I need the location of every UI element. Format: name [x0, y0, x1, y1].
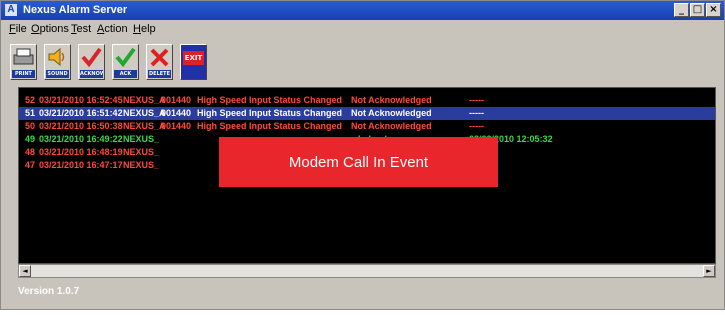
menu-options[interactable]: Options [31, 23, 69, 35]
event-datetime: 03/21/2010 16:52:45 [39, 95, 123, 105]
event-source: NEXUS_A [123, 121, 166, 131]
event-source: NEXUS_ [123, 160, 160, 170]
delete-button[interactable]: DELETE [146, 44, 173, 80]
event-message: High Speed Input Status Changed [197, 108, 343, 118]
event-status: Not Acknowledged [351, 95, 432, 105]
scroll-right-arrow[interactable]: ► [703, 265, 715, 277]
acknowledge-all-label: ACK ALL [114, 70, 137, 78]
event-ack-time: ----- [469, 121, 484, 131]
red-check-icon [81, 47, 102, 68]
close-button[interactable]: × [706, 3, 721, 17]
event-source: NEXUS_A [123, 95, 166, 105]
app-icon: A [5, 4, 17, 16]
acknowledge-button[interactable]: ACKNOW [78, 44, 105, 80]
event-id: 51 [25, 108, 36, 118]
sound-button[interactable]: SOUND [44, 44, 71, 80]
acknowledge-label: ACKNOW [80, 70, 103, 78]
event-source: NEXUS_A [123, 108, 166, 118]
event-id: 50 [25, 121, 36, 131]
window-title: Nexus Alarm Server [23, 4, 128, 16]
menu-bar: File Options Test Action Help [1, 21, 724, 37]
green-check-icon [115, 47, 136, 68]
event-id: 47 [25, 160, 36, 170]
event-id: 49 [25, 134, 36, 144]
event-datetime: 03/21/2010 16:48:19 [39, 147, 123, 157]
minimize-button[interactable]: _ [674, 3, 689, 17]
menu-action[interactable]: Action [97, 23, 128, 35]
event-status: Not Acknowledged [351, 121, 432, 131]
toolbar: PRINT SOUND ACKNOW ACK ALL [1, 41, 724, 81]
maximize-button[interactable]: □ [690, 3, 705, 17]
event-code: 001440 [161, 95, 192, 105]
red-x-icon [150, 48, 169, 67]
menu-file[interactable]: File [9, 23, 27, 35]
horizontal-scrollbar[interactable]: ◄ ► [18, 264, 716, 278]
acknowledge-all-button[interactable]: ACK ALL [112, 44, 139, 80]
event-code: 001440 [161, 121, 192, 131]
event-datetime: 03/21/2010 16:49:22 [39, 134, 123, 144]
event-message: High Speed Input Status Changed [197, 121, 343, 131]
print-label: PRINT [12, 70, 35, 78]
event-ack-time: ----- [469, 95, 484, 105]
event-ack-time: ----- [469, 108, 484, 118]
print-button[interactable]: PRINT [10, 44, 37, 80]
title-bar[interactable]: A Nexus Alarm Server _ □ × [1, 1, 724, 20]
event-datetime: 03/21/2010 16:50:38 [39, 121, 123, 131]
event-row[interactable]: 52 03/21/2010 16:52:45 NEXUS_A 001440 High S… [19, 94, 715, 107]
exit-button[interactable]: EXIT [180, 44, 207, 80]
event-source: NEXUS_ [123, 134, 160, 144]
event-id: 52 [25, 95, 36, 105]
event-source: NEXUS_ [123, 147, 160, 157]
menu-test[interactable]: Test [71, 23, 91, 35]
event-message: High Speed Input Status Changed [197, 95, 343, 105]
speaker-icon [48, 47, 65, 67]
delete-label: DELETE [148, 70, 171, 78]
printer-icon [13, 48, 34, 65]
event-datetime: 03/21/2010 16:51:42 [39, 108, 123, 118]
event-code: 001440 [161, 108, 192, 118]
event-id: 48 [25, 147, 36, 157]
modem-call-in-callout: Modem Call In Event [219, 137, 498, 187]
event-row[interactable]: 50 03/21/2010 16:50:38 NEXUS_A 001440 High S… [19, 120, 715, 133]
event-status: Not Acknowledged [351, 108, 432, 118]
event-row[interactable]: 51 03/21/2010 16:51:42 NEXUS_A 001440 High S… [19, 107, 715, 120]
event-datetime: 03/21/2010 16:47:17 [39, 160, 123, 170]
version-label: Version 1.0.7 [18, 286, 80, 297]
sound-label: SOUND [46, 70, 69, 78]
menu-help[interactable]: Help [133, 23, 156, 35]
exit-icon: EXIT [183, 51, 204, 65]
scroll-left-arrow[interactable]: ◄ [19, 265, 31, 277]
